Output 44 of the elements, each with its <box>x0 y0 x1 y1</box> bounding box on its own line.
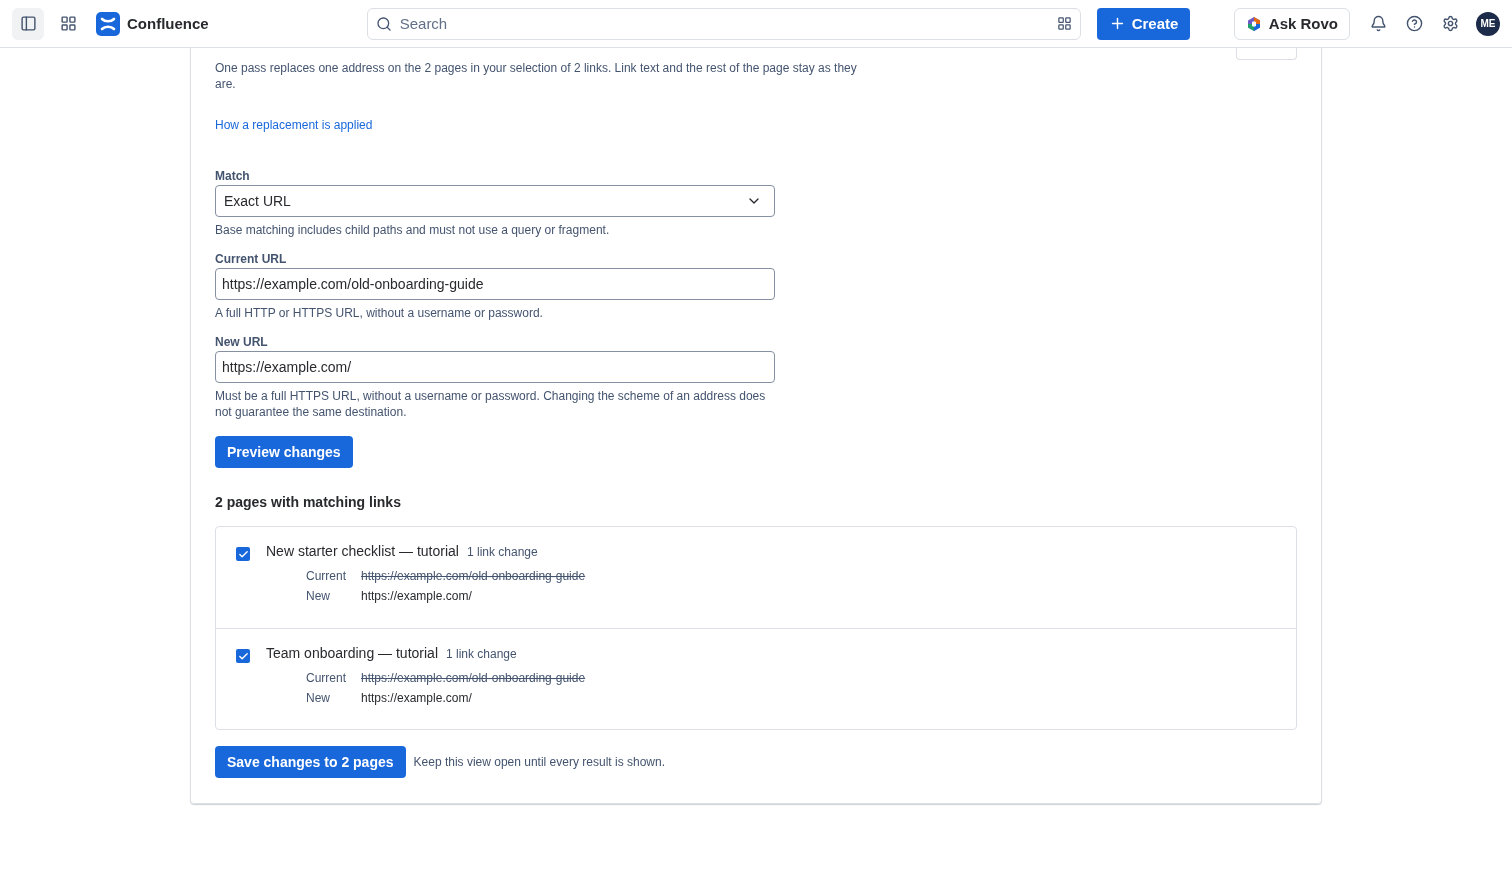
sidebar-toggle-button[interactable] <box>12 7 44 40</box>
page-checkbox[interactable] <box>236 649 250 663</box>
field-label: Current URL <box>215 252 288 266</box>
new-url: https://example.com/ <box>361 589 473 603</box>
page-title: Team onboarding — tutorial <box>266 645 438 661</box>
save-note: Keep this view open until every result is shown. <box>413 755 665 769</box>
settings-icon <box>1441 15 1459 32</box>
preview-button[interactable]: Preview changes <box>215 436 353 468</box>
ask-rovo-button[interactable]: Ask Rovo <box>1233 7 1350 40</box>
help-icon <box>1405 15 1423 32</box>
bell-icon <box>1369 15 1387 32</box>
current-label: Current <box>306 569 347 583</box>
grid-icon[interactable] <box>1056 15 1072 31</box>
field-label: New URL <box>215 335 269 349</box>
match-select[interactable]: Exact URL <box>215 185 775 217</box>
field-help-text: Must be a full HTTPS URL, without a username or password. Changing the scheme of an address does not guarantee the same destination. <box>215 388 767 420</box>
save-button[interactable]: Save changes to 2 pages <box>215 746 406 778</box>
page-checkbox[interactable] <box>236 547 250 561</box>
field-help-text: Base matching includes child paths and must not use a query or fragment. <box>215 222 611 238</box>
new-url: https://example.com/ <box>361 691 473 705</box>
product-name[interactable]: Confluence <box>127 15 209 32</box>
change-count: 1 link change <box>466 545 538 559</box>
search-icon <box>375 15 392 32</box>
user-avatar[interactable]: ME <box>1476 11 1500 36</box>
help-link[interactable]: How a replacement is applied <box>215 118 373 132</box>
new-label: New <box>306 691 331 705</box>
old-url: https://example.com/old-onboarding-guide <box>361 569 586 583</box>
rovo-icon <box>1245 15 1262 32</box>
logo-icon <box>96 11 120 36</box>
results-heading: 2 pages with matching links <box>215 494 402 510</box>
panel-icon <box>19 15 37 32</box>
url-input[interactable]: https://example.com/ <box>215 351 775 383</box>
search-field[interactable]: Search <box>366 7 1081 40</box>
create-button[interactable]: Create <box>1096 7 1191 40</box>
current-label: Current <box>306 671 347 685</box>
page-title: New starter checklist — tutorial <box>266 543 459 559</box>
old-url: https://example.com/old-onboarding-guide <box>361 671 586 685</box>
field-help-text: A full HTTP or HTTPS URL, without a username or password. <box>215 305 544 321</box>
grid-icon <box>59 15 77 32</box>
change-count: 1 link change <box>446 647 517 661</box>
intro-text: One pass replaces one address on the 2 pages in your selection of 2 links. Link text and the rest of the page stay as they are. <box>215 60 858 92</box>
field-label: Match <box>215 169 251 183</box>
new-label: New <box>306 589 331 603</box>
url-input[interactable]: https://example.com/old-onboarding-guide <box>215 268 775 300</box>
